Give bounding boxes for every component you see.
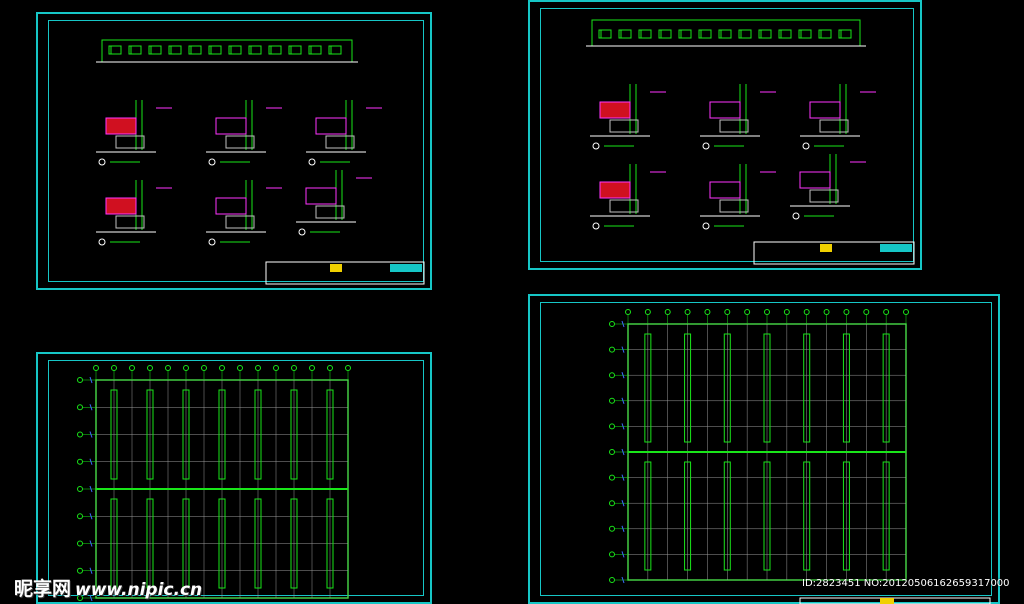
watermark-url: www.nipic.cn	[75, 580, 203, 600]
image-id-text: ID:2823451 NO:20120506162659317000	[802, 578, 1010, 589]
details-top-right	[590, 84, 876, 230]
watermark-brand: 昵享网	[14, 578, 72, 600]
title-block-bottom-right	[799, 597, 991, 604]
title-block-top-left	[265, 261, 425, 285]
details-top-left	[96, 100, 382, 246]
floor-plan-left	[77, 365, 351, 602]
elevation-top-left	[96, 39, 358, 63]
elevation-top-right	[586, 19, 866, 47]
cad-drawing-canvas	[77, 19, 991, 604]
watermark-logo: 昵享网 www.nipic.cn	[14, 574, 202, 601]
floor-plan-right	[609, 309, 909, 584]
title-block-top-right	[753, 241, 915, 265]
